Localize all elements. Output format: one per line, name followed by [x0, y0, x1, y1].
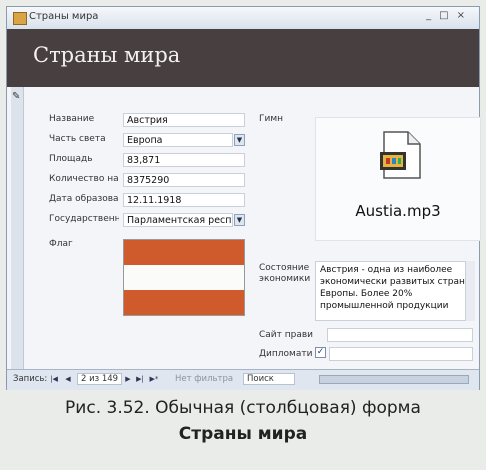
label-gov-site: Сайт правит: [259, 330, 313, 340]
form-title: Страны мира: [33, 43, 181, 67]
chevron-down-icon[interactable]: ▼: [234, 134, 245, 146]
record-selector[interactable]: ✎: [11, 87, 24, 369]
maximize-icon[interactable]: □: [439, 10, 456, 21]
field-diplomatic-extra[interactable]: [329, 347, 473, 361]
window-title: Страны мира: [29, 11, 99, 22]
filter-status[interactable]: Нет фильтра: [175, 374, 233, 384]
label-diplomatic: Дипломатич: [259, 349, 313, 359]
diplomatic-checkbox[interactable]: ✓: [315, 347, 326, 358]
form-window: Страны мира _□× Страны мира ✎ Название А…: [6, 6, 481, 390]
hymn-attachment[interactable]: Austia.mp3: [315, 117, 481, 241]
record-label: Запись:: [13, 374, 48, 384]
label-government: Государственна: [49, 214, 119, 224]
record-position[interactable]: 2 из 149: [77, 373, 123, 385]
close-icon[interactable]: ×: [457, 10, 473, 21]
figure-caption-title: Страны мира: [178, 424, 308, 444]
field-name[interactable]: Австрия: [123, 113, 245, 127]
field-government[interactable]: Парламентская респуб: [123, 213, 233, 227]
first-record-icon[interactable]: |◀: [49, 374, 59, 384]
label-hymn: Гимн: [259, 114, 284, 124]
flag-image: [123, 239, 245, 316]
field-population[interactable]: 8375290: [123, 173, 245, 187]
form-icon: [13, 12, 27, 25]
form-body: ✎ Название Австрия Часть света Европа ▼ …: [7, 87, 481, 369]
label-population: Количество нас: [49, 174, 119, 184]
label-area: Площадь: [49, 154, 93, 164]
flag-stripe-top: [124, 240, 244, 265]
new-record-icon[interactable]: ▶*: [149, 374, 159, 384]
economy-scrollbar[interactable]: [465, 261, 475, 321]
window-controls[interactable]: _□×: [426, 10, 473, 21]
label-name: Название: [49, 114, 95, 124]
label-economy: Состояние экономики: [259, 263, 311, 284]
search-input[interactable]: Поиск: [243, 373, 295, 385]
flag-stripe-bottom: [124, 290, 244, 315]
pencil-icon: ✎: [12, 91, 21, 102]
label-founded: Дата образован: [49, 194, 119, 204]
navigation-bar: Запись: |◀ ◀ 2 из 149 ▶ ▶| ▶* Нет фильтр…: [7, 369, 479, 390]
field-gov-site[interactable]: [327, 328, 473, 342]
field-area[interactable]: 83,871: [123, 153, 245, 167]
form-header: Страны мира: [7, 29, 479, 87]
hymn-filename: Austia.mp3: [355, 202, 441, 220]
figure-caption: Рис. 3.52. Обычная (столбцовая) форма: [65, 398, 421, 418]
chevron-down-icon[interactable]: ▼: [234, 214, 245, 226]
flag-stripe-middle: [124, 264, 244, 291]
minimize-icon[interactable]: _: [426, 10, 439, 21]
horizontal-scrollbar[interactable]: [319, 375, 469, 384]
field-founded[interactable]: 12.11.1918: [123, 193, 245, 207]
next-record-icon[interactable]: ▶: [123, 374, 133, 384]
last-record-icon[interactable]: ▶|: [135, 374, 145, 384]
label-flag: Флаг: [49, 239, 73, 249]
field-economy[interactable]: Австрия - одна из наиболее экономически …: [315, 261, 473, 321]
label-part: Часть света: [49, 134, 106, 144]
audio-file-icon: [380, 131, 421, 179]
title-bar: Страны мира _□×: [7, 7, 479, 30]
prev-record-icon[interactable]: ◀: [63, 374, 73, 384]
field-part[interactable]: Европа: [123, 133, 233, 147]
